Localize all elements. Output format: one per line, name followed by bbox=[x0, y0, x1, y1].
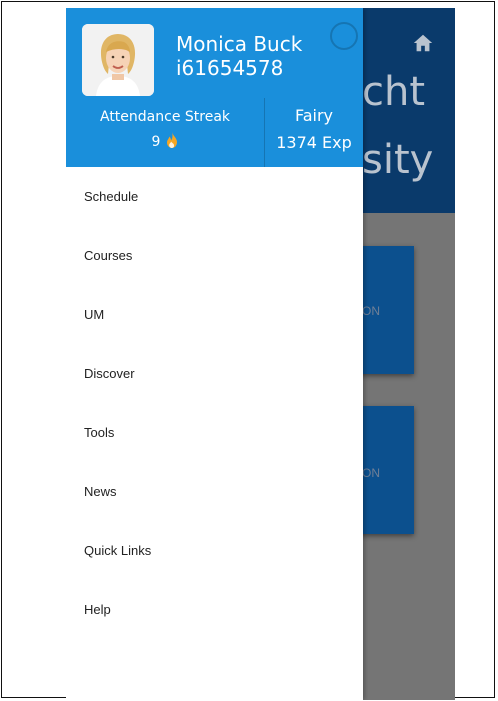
drawer-header: Monica Buck i61654578 Attendance Streak … bbox=[66, 8, 363, 167]
menu-item-quick-links[interactable]: Quick Links bbox=[66, 521, 363, 580]
menu-item-schedule[interactable]: Schedule bbox=[66, 167, 363, 226]
avatar[interactable] bbox=[82, 24, 154, 96]
app-title-line2: sity bbox=[362, 137, 434, 183]
menu-item-help[interactable]: Help bbox=[66, 580, 363, 639]
home-icon[interactable] bbox=[412, 32, 434, 54]
experience-points: 1374 Exp bbox=[276, 133, 352, 152]
device-screen: cht sity ON ON Monica Buck i61654578 Att… bbox=[66, 8, 455, 700]
avatar-photo bbox=[82, 24, 154, 96]
attendance-streak-label: Attendance Streak bbox=[99, 109, 231, 125]
app-card-1-label: ON bbox=[362, 304, 380, 318]
rank-label: Fairy bbox=[294, 106, 334, 125]
account-toggle-icon[interactable] bbox=[330, 22, 358, 50]
menu-item-discover[interactable]: Discover bbox=[66, 344, 363, 403]
attendance-streak: 9 bbox=[66, 132, 264, 150]
app-title-line1: cht bbox=[362, 69, 426, 115]
app-card-2-label: ON bbox=[362, 466, 380, 480]
flame-icon bbox=[167, 132, 178, 148]
menu-item-um[interactable]: UM bbox=[66, 285, 363, 344]
drawer-menu: Schedule Courses UM Discover Tools News … bbox=[66, 167, 363, 639]
attendance-streak-value: 9 bbox=[151, 134, 161, 150]
screenshot-frame: cht sity ON ON Monica Buck i61654578 Att… bbox=[1, 1, 495, 700]
user-name: Monica Buck bbox=[176, 32, 303, 56]
user-id: i61654578 bbox=[176, 56, 284, 80]
menu-item-courses[interactable]: Courses bbox=[66, 226, 363, 285]
menu-item-tools[interactable]: Tools bbox=[66, 403, 363, 462]
navigation-drawer: Monica Buck i61654578 Attendance Streak … bbox=[66, 8, 363, 700]
menu-item-news[interactable]: News bbox=[66, 462, 363, 521]
